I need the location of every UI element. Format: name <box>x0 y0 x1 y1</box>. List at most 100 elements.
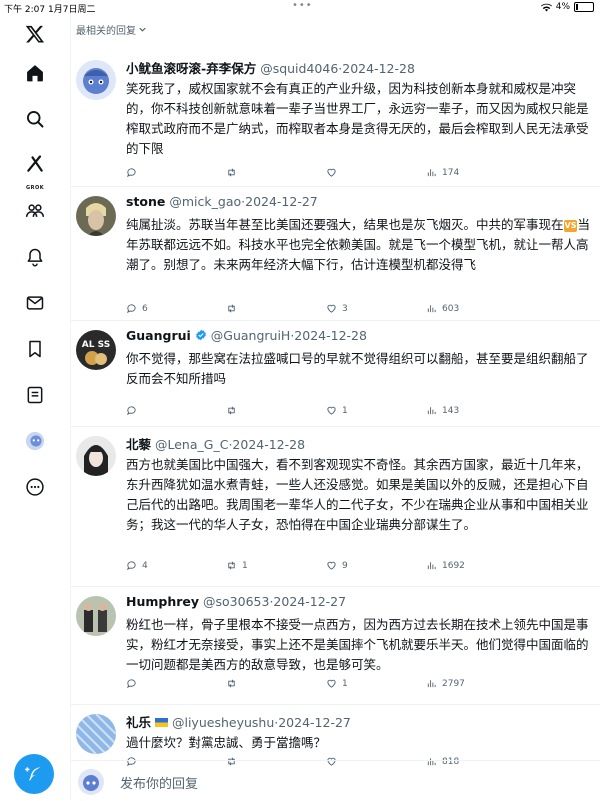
views-chart-icon <box>427 305 436 313</box>
reply-button[interactable] <box>126 405 226 416</box>
reply-item[interactable]: stone @mick_gao·2024-12-27 纯属扯淡。苏联当年甚至比美… <box>70 186 600 321</box>
post-date[interactable]: ·2024-12-28 <box>338 61 415 76</box>
views-chart-icon <box>427 169 436 177</box>
like-button[interactable]: 3 <box>326 303 426 314</box>
reply-button[interactable]: 6 <box>126 303 226 314</box>
author-name[interactable]: Guangrui <box>126 328 191 343</box>
reply-button[interactable] <box>126 167 226 178</box>
reply-thread: 最相关的回复 小鱿鱼滚呀滚-弃李保方 @squid4046·2024-12-28… <box>70 14 600 800</box>
sort-label: 最相关的回复 <box>76 26 136 37</box>
action-bar: 1 143 <box>126 405 556 416</box>
author-handle[interactable]: @squid4046 <box>260 61 338 76</box>
author-name[interactable]: Humphrey <box>126 594 199 609</box>
author-handle[interactable]: @so30653 <box>203 594 269 609</box>
reply-item[interactable]: Humphrey @so30653·2024-12-27 粉红也一样，骨子里根本… <box>70 586 600 705</box>
more-options-icon[interactable] <box>19 471 51 503</box>
post-date[interactable]: ·2024-12-28 <box>290 328 367 343</box>
compose-post-button[interactable] <box>14 754 54 794</box>
battery-percent: 4% <box>555 2 570 12</box>
post-date[interactable]: ·2024-12-27 <box>241 194 318 209</box>
avatar[interactable]: AL SS <box>76 330 116 370</box>
post-date[interactable]: ·2024-12-27 <box>269 594 346 609</box>
communities-icon[interactable] <box>19 195 51 227</box>
like-count: 3 <box>342 303 348 314</box>
reply-item[interactable]: AL SS Guangrui @GuangruiH·2024-12-28 你不觉… <box>70 320 600 427</box>
home-icon[interactable] <box>19 57 51 89</box>
views-button[interactable]: 174 <box>426 167 526 178</box>
like-button[interactable] <box>326 167 426 178</box>
grok-icon[interactable] <box>19 148 51 180</box>
avatar[interactable] <box>76 596 116 636</box>
verified-badge-icon <box>195 329 206 341</box>
views-chart-icon <box>427 562 436 570</box>
lists-icon[interactable] <box>19 379 51 411</box>
views-button[interactable]: 143 <box>426 405 526 416</box>
like-button[interactable]: 9 <box>326 560 426 571</box>
author-handle[interactable]: @mick_gao <box>169 194 241 209</box>
feather-plus-icon <box>25 767 41 781</box>
author-name[interactable]: 礼乐 <box>126 715 151 730</box>
repost-button[interactable]: 1 <box>226 560 326 571</box>
like-button[interactable]: 1 <box>326 405 426 416</box>
heart-icon <box>327 561 336 570</box>
heart-icon <box>327 679 336 688</box>
view-count: 143 <box>442 405 460 416</box>
grok-label: GROK <box>26 185 45 191</box>
ukraine-flag-icon <box>155 718 168 727</box>
bookmarks-icon[interactable] <box>19 333 51 365</box>
views-button[interactable]: 1692 <box>426 560 526 571</box>
reply-item[interactable]: 礼乐 @liyuesheyushu·2024-12-27 過什麼坎？對黨忠誠、勇… <box>70 704 600 767</box>
reply-text: 粉红也一样，骨子里根本不接受一点西方，因为西方过去长期在技术上领先中国是事实，粉… <box>126 617 589 672</box>
repost-button[interactable] <box>226 167 326 178</box>
views-button[interactable]: 603 <box>426 303 526 314</box>
avatar[interactable] <box>76 714 116 754</box>
multitask-dots-icon[interactable]: ••• <box>292 0 313 11</box>
action-bar: 4 1 9 1692 <box>126 560 556 571</box>
like-button[interactable]: 1 <box>326 678 426 689</box>
notifications-bell-icon[interactable] <box>19 241 51 273</box>
profile-avatar-icon[interactable] <box>19 425 51 457</box>
views-button[interactable]: 2797 <box>426 678 526 689</box>
views-chart-icon <box>427 407 436 415</box>
reply-bubble-icon <box>126 561 136 571</box>
avatar[interactable] <box>76 436 116 476</box>
reply-text: 過什麼坎？對黨忠誠、勇于當擔嗎？ <box>126 735 327 750</box>
author-handle[interactable]: @Lena_G_C <box>155 437 228 452</box>
repost-button[interactable] <box>226 303 326 314</box>
reply-composer[interactable]: 发布你的回复 <box>70 760 600 801</box>
reply-button[interactable]: 4 <box>126 560 226 571</box>
like-count: 9 <box>342 560 348 571</box>
repost-icon <box>228 304 235 313</box>
avatar[interactable] <box>76 196 116 236</box>
reply-text: 纯属扯淡。苏联当年甚至比美国还要强大，结果也是灰飞烟灭。中共的军事现在VS当年苏… <box>126 215 596 275</box>
author-name[interactable]: 北藜 <box>126 437 151 452</box>
heart-icon <box>327 406 336 415</box>
reply-text: 你不觉得，那些窝在法拉盛喊口号的早就不觉得组织可以翻船，甚至要是组织翻船了反而会… <box>126 351 589 386</box>
author-handle[interactable]: @GuangruiH <box>211 328 291 343</box>
avatar[interactable] <box>76 60 116 100</box>
reply-header: stone @mick_gao·2024-12-27 <box>126 194 318 209</box>
reply-text: 西方也就美国比中国强大，看不到客观现实不奇怪。其余西方国家，最近十几年来，东升西… <box>126 457 589 532</box>
reply-item[interactable]: 小鱿鱼滚呀滚-弃李保方 @squid4046·2024-12-28 笑死我了，威… <box>70 50 600 187</box>
repost-button[interactable] <box>226 405 326 416</box>
post-date[interactable]: ·2024-12-28 <box>228 437 305 452</box>
reply-count: 6 <box>142 303 148 314</box>
x-logo-icon[interactable] <box>19 18 51 50</box>
like-count: 1 <box>342 678 348 689</box>
reply-input[interactable]: 发布你的回复 <box>120 773 198 792</box>
reply-button[interactable] <box>126 678 226 689</box>
messages-envelope-icon[interactable] <box>19 287 51 319</box>
chevron-down-icon <box>139 27 146 32</box>
post-date[interactable]: ·2024-12-27 <box>274 715 351 730</box>
author-name[interactable]: stone <box>126 194 165 209</box>
repost-button[interactable] <box>226 678 326 689</box>
reply-count: 4 <box>142 560 148 571</box>
author-handle[interactable]: @liyuesheyushu <box>172 715 274 730</box>
search-icon[interactable] <box>19 103 51 135</box>
reply-header: 礼乐 @liyuesheyushu·2024-12-27 <box>126 712 351 731</box>
sort-dropdown[interactable]: 最相关的回复 <box>76 22 147 37</box>
reply-text: 笑死我了，威权国家就不会有真正的产业升级，因为科技创新本身就和威权是冲突的，你不… <box>126 81 589 156</box>
reply-bubble-icon <box>126 304 136 314</box>
reply-item[interactable]: 北藜 @Lena_G_C·2024-12-28 西方也就美国比中国强大，看不到客… <box>70 426 600 587</box>
author-name[interactable]: 小鱿鱼滚呀滚-弃李保方 <box>126 61 256 76</box>
